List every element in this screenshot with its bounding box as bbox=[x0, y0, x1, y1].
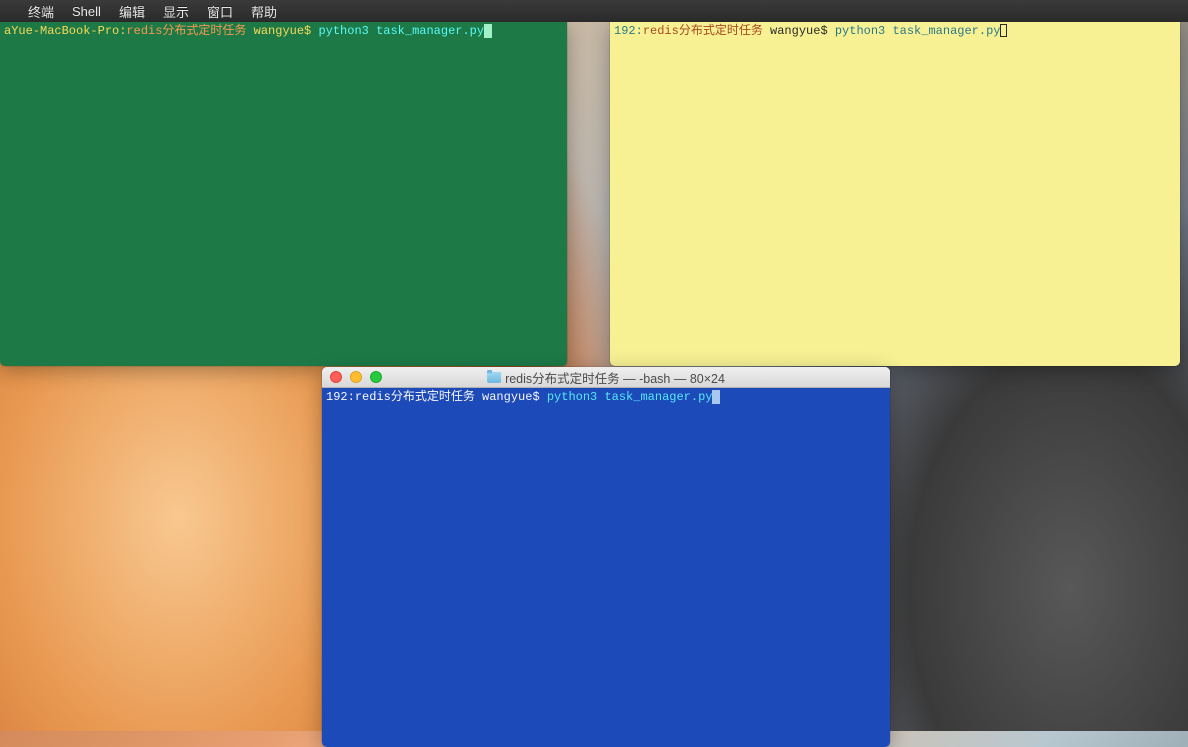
terminal-command: python3 task_manager.py bbox=[547, 390, 713, 406]
close-button[interactable] bbox=[330, 371, 342, 383]
menu-window[interactable]: 窗口 bbox=[207, 2, 233, 21]
prompt-dollar: $ bbox=[820, 24, 834, 40]
terminal-cursor bbox=[484, 24, 492, 38]
minimize-button[interactable] bbox=[350, 371, 362, 383]
menu-edit[interactable]: 编辑 bbox=[119, 2, 145, 21]
terminal-window-green[interactable]: aYue-MacBook-Pro:redis分布式定时任务 wangyue$ p… bbox=[0, 22, 567, 366]
window-titlebar[interactable]: redis分布式定时任务 — -bash — 80×24 bbox=[322, 367, 890, 388]
prompt-dollar: $ bbox=[532, 390, 546, 406]
prompt-path: redis分布式定时任务 bbox=[643, 24, 763, 40]
prompt-dollar: $ bbox=[304, 24, 318, 40]
terminal-cursor bbox=[1000, 24, 1007, 37]
macos-menubar: 终端 Shell 编辑 显示 窗口 帮助 bbox=[0, 0, 1188, 22]
prompt-path: redis分布式定时任务 bbox=[126, 24, 246, 40]
folder-icon bbox=[487, 372, 501, 383]
traffic-lights bbox=[330, 371, 382, 383]
terminal-body[interactable]: 192:redis分布式定时任务 wangyue$ python3 task_m… bbox=[610, 22, 1180, 366]
terminal-command: python3 task_manager.py bbox=[835, 24, 1001, 40]
menu-view[interactable]: 显示 bbox=[163, 2, 189, 21]
maximize-button[interactable] bbox=[370, 371, 382, 383]
prompt-user: wangyue bbox=[763, 24, 821, 40]
desktop: aYue-MacBook-Pro:redis分布式定时任务 wangyue$ p… bbox=[0, 22, 1188, 731]
prompt-host: aYue-MacBook-Pro: bbox=[4, 24, 126, 40]
menu-terminal[interactable]: 终端 bbox=[28, 2, 54, 21]
menu-help[interactable]: 帮助 bbox=[251, 2, 277, 21]
terminal-window-blue[interactable]: redis分布式定时任务 — -bash — 80×24 192:redis分布… bbox=[322, 367, 890, 747]
prompt-path: redis分布式定时任务 bbox=[355, 390, 475, 406]
prompt-host: 192: bbox=[326, 390, 355, 406]
window-title-text: redis分布式定时任务 — -bash — 80×24 bbox=[505, 368, 725, 387]
prompt-user: wangyue bbox=[475, 390, 533, 406]
terminal-window-yellow[interactable]: 192:redis分布式定时任务 wangyue$ python3 task_m… bbox=[610, 22, 1180, 366]
terminal-body[interactable]: aYue-MacBook-Pro:redis分布式定时任务 wangyue$ p… bbox=[0, 22, 567, 366]
terminal-cursor bbox=[712, 390, 720, 404]
prompt-user: wangyue bbox=[246, 24, 304, 40]
terminal-command: python3 task_manager.py bbox=[318, 24, 484, 40]
window-title: redis分布式定时任务 — -bash — 80×24 bbox=[487, 368, 725, 387]
prompt-host: 192: bbox=[614, 24, 643, 40]
menu-shell[interactable]: Shell bbox=[72, 4, 101, 19]
terminal-body[interactable]: 192:redis分布式定时任务 wangyue$ python3 task_m… bbox=[322, 388, 890, 747]
